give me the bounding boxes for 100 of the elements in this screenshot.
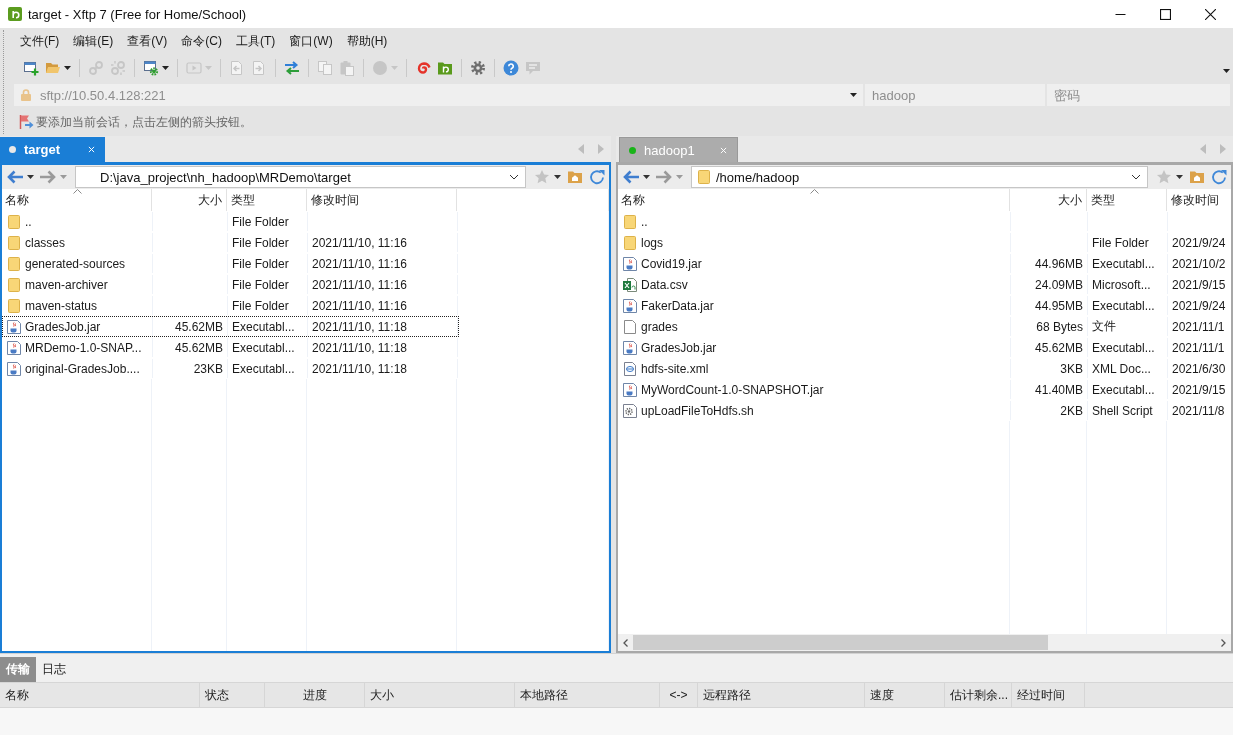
column-header[interactable]: <-> (660, 683, 698, 707)
column-header[interactable]: 经过时间 (1012, 683, 1085, 707)
column-header[interactable]: 修改时间 (1167, 189, 1231, 211)
document-arrow-icon (251, 60, 267, 76)
modified-time: 2021/9/15 (1172, 382, 1226, 397)
file-size: 44.96MB (1034, 256, 1083, 271)
menu-item[interactable]: 查看(V) (120, 30, 175, 52)
session-tab[interactable]: target (0, 137, 105, 162)
script-file-icon (622, 402, 638, 419)
link-icon (88, 60, 104, 76)
window-gear-icon (143, 60, 159, 76)
menu-item[interactable]: 文件(F) (13, 30, 67, 52)
java-file-icon (6, 318, 22, 335)
file-row[interactable]: MyWordCount-1.0-SNAPSHOT.jar 41.40MB Executabl... 2021/9/15 (618, 379, 1231, 400)
file-row[interactable]: grades 68 Bytes 文件 2021/11/1 (618, 316, 1231, 337)
file-type: Executabl... (1092, 340, 1155, 355)
caret-icon (554, 175, 561, 179)
file-row[interactable]: hdfs-site.xml 3KB XML Doc... 2021/6/30 (618, 358, 1231, 379)
column-header[interactable]: 大小 (1010, 189, 1087, 211)
column-header[interactable]: 名称 (2, 189, 152, 211)
file-row[interactable]: MRDemo-1.0-SNAP... 45.62MB Executabl... 2021/11/10, 11:18 (2, 337, 459, 358)
column-header[interactable]: 估计剩余... (945, 683, 1012, 707)
lock-icon (20, 89, 32, 101)
modified-time: 2021/11/10, 11:18 (312, 340, 407, 355)
file-row[interactable]: Covid19.jar 44.96MB Executabl... 2021/10/2 (618, 253, 1231, 274)
column-header[interactable]: 修改时间 (307, 189, 457, 211)
file-type: Executabl... (1092, 382, 1155, 397)
file-row[interactable]: original-GradesJob.... 23KB Executabl... 2021/11/10, 11:18 (2, 358, 459, 379)
file-type: Executabl... (232, 319, 295, 334)
circle-icon (372, 60, 388, 76)
file-row[interactable]: .. File Folder (2, 211, 459, 232)
close-icon[interactable] (720, 146, 727, 154)
forward-arrow-icon (40, 170, 56, 184)
file-type: File Folder (232, 214, 289, 229)
document-arrow-icon (229, 60, 245, 76)
modified-time: 2021/9/24 (1172, 298, 1226, 313)
caret-icon (1223, 69, 1230, 73)
file-row[interactable]: generated-sources File Folder 2021/11/10, 11:16 (2, 253, 459, 274)
forward-arrow-icon (656, 170, 672, 184)
file-name: upLoadFileToHdfs.sh (641, 403, 754, 418)
scrollbar-thumb[interactable] (633, 635, 1048, 650)
flag-arrow-icon[interactable] (18, 114, 34, 130)
file-type: Microsoft... (1092, 277, 1151, 292)
password-field[interactable]: 密码 (1047, 84, 1230, 106)
menu-item[interactable]: 命令(C) (174, 30, 229, 52)
horizontal-scrollbar[interactable] (618, 634, 1231, 651)
file-name: original-GradesJob.... (25, 361, 140, 376)
file-row[interactable]: logs File Folder 2021/9/24 (618, 232, 1231, 253)
file-name: MRDemo-1.0-SNAP... (25, 340, 142, 355)
column-header[interactable]: 本地路径 (515, 683, 660, 707)
folder-icon (6, 213, 22, 230)
panel-tab[interactable]: 日志 (36, 657, 72, 682)
column-header[interactable]: 类型 (227, 189, 307, 211)
file-row[interactable]: .. (618, 211, 1231, 232)
file-row[interactable]: upLoadFileToHdfs.sh 2KB Shell Script 2021/11/8 (618, 400, 1231, 421)
grip-handle[interactable] (3, 30, 4, 134)
close-icon[interactable] (88, 146, 95, 153)
path-combo[interactable]: /home/hadoop (691, 166, 1148, 188)
folder-icon (6, 234, 22, 251)
menu-item[interactable]: 工具(T) (229, 30, 283, 52)
path-combo[interactable]: D:\java_project\nh_hadoop\MRDemo\target (75, 166, 526, 188)
file-size: 2KB (1060, 403, 1083, 418)
column-header[interactable]: 速度 (865, 683, 945, 707)
file-row[interactable]: maven-archiver File Folder 2021/11/10, 11:16 (2, 274, 459, 295)
file-row[interactable]: FakerData.jar 44.95MB Executabl... 2021/9/24 (618, 295, 1231, 316)
modified-time: 2021/10/2 (1172, 256, 1226, 271)
file-row[interactable]: Data.csv 24.09MB Microsoft... 2021/9/15 (618, 274, 1231, 295)
menu-item[interactable]: 帮助(H) (339, 30, 395, 52)
file-type: File Folder (1092, 235, 1149, 250)
file-row[interactable]: classes File Folder 2021/11/10, 11:16 (2, 232, 459, 253)
file-row[interactable]: GradesJob.jar 45.62MB Executabl... 2021/11/10, 11:18 (2, 316, 459, 337)
folder-icon (622, 234, 638, 251)
column-header[interactable]: 类型 (1087, 189, 1167, 211)
column-header[interactable]: 进度 (265, 683, 365, 707)
column-header[interactable]: 名称 (0, 683, 200, 707)
broken-link-icon (110, 60, 126, 76)
java-file-icon (622, 255, 638, 272)
file-row[interactable]: GradesJob.jar 45.62MB Executabl... 2021/11/1 (618, 337, 1231, 358)
file-name: Data.csv (641, 277, 688, 292)
toolbar-overflow-button[interactable] (1223, 67, 1230, 75)
star-icon (1156, 169, 1172, 185)
folder-icon (6, 255, 22, 272)
file-row[interactable]: maven-status File Folder 2021/11/10, 11:16 (2, 295, 459, 316)
menu-item[interactable]: 编辑(E) (66, 30, 121, 52)
caret-icon (643, 175, 650, 179)
modified-time: 2021/11/1 (1172, 319, 1225, 334)
menu-item[interactable]: 窗口(W) (282, 30, 340, 52)
spreadsheet-file-icon (622, 276, 638, 293)
column-header[interactable]: 大小 (152, 189, 227, 211)
file-type: Executabl... (1092, 298, 1155, 313)
column-header[interactable]: 远程路径 (698, 683, 865, 707)
column-header[interactable]: 状态 (200, 683, 265, 707)
clipboard-icon (339, 60, 355, 76)
column-header[interactable]: 大小 (365, 683, 515, 707)
column-header[interactable]: 名称 (618, 189, 1010, 211)
file-type: File Folder (232, 298, 289, 313)
caret-icon (1176, 175, 1183, 179)
file-type: Executabl... (232, 340, 295, 355)
file-name: maven-archiver (25, 277, 108, 292)
caret-icon (676, 175, 683, 179)
